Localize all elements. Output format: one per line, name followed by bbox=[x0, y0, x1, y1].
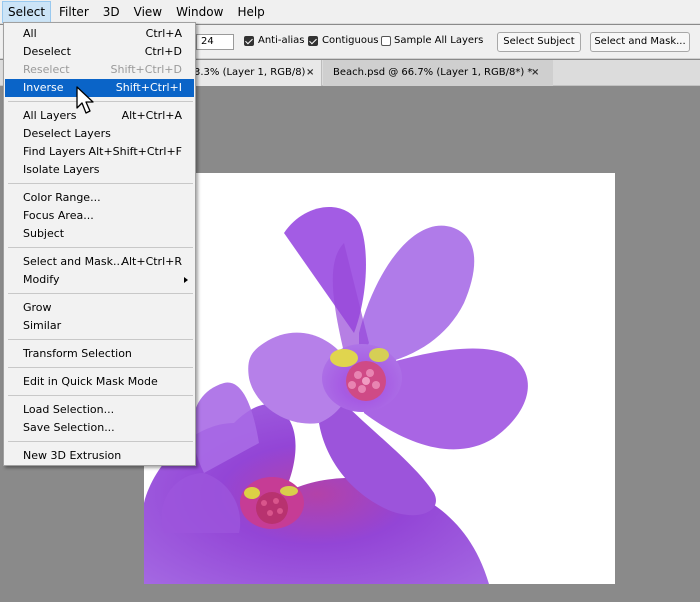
contiguous-label: Contiguous bbox=[322, 35, 379, 46]
menu-bar: Select Filter 3D View Window Help bbox=[0, 0, 700, 24]
menu-filter[interactable]: Filter bbox=[53, 1, 95, 23]
flower-image bbox=[144, 206, 528, 584]
document-tab-beach[interactable]: Beach.psd @ 66.7% (Layer 1, RGB/8*) * × bbox=[323, 60, 553, 86]
menu-window[interactable]: Window bbox=[170, 1, 229, 23]
menu-select[interactable]: Select bbox=[2, 0, 52, 23]
tolerance-input[interactable]: 24 bbox=[196, 34, 234, 50]
menu-item-subject[interactable]: Subject bbox=[5, 225, 194, 243]
anti-alias-label: Anti-alias bbox=[258, 35, 305, 46]
menu-separator bbox=[8, 247, 193, 248]
menu-separator bbox=[8, 293, 193, 294]
contiguous-checkbox[interactable] bbox=[308, 36, 318, 46]
menu-item-select-and-mask[interactable]: Select and Mask... Alt+Ctrl+R bbox=[5, 253, 194, 271]
menu-item-find-layers[interactable]: Find Layers Alt+Shift+Ctrl+F bbox=[5, 143, 194, 161]
submenu-arrow-icon bbox=[184, 277, 188, 283]
menu-item-all[interactable]: All Ctrl+A bbox=[5, 25, 194, 43]
sample-all-layers-checkbox[interactable] bbox=[381, 36, 391, 46]
select-subject-button[interactable]: Select Subject bbox=[497, 32, 581, 52]
select-menu-dropdown: All Ctrl+A Deselect Ctrl+D Reselect Shif… bbox=[3, 22, 196, 466]
menu-item-modify[interactable]: Modify bbox=[5, 271, 194, 289]
close-icon[interactable]: × bbox=[531, 60, 539, 86]
menu-item-reselect[interactable]: Reselect Shift+Ctrl+D bbox=[5, 61, 194, 79]
close-icon[interactable]: × bbox=[306, 60, 314, 86]
select-and-mask-button[interactable]: Select and Mask... bbox=[590, 32, 690, 52]
menu-item-deselect-layers[interactable]: Deselect Layers bbox=[5, 125, 194, 143]
menu-item-inverse[interactable]: Inverse Shift+Ctrl+I bbox=[5, 79, 194, 97]
menu-separator bbox=[8, 101, 193, 102]
document-tab-1[interactable]: 3.3% (Layer 1, RGB/8) × bbox=[190, 60, 322, 86]
menu-view[interactable]: View bbox=[128, 1, 168, 23]
menu-item-load-selection[interactable]: Load Selection... bbox=[5, 401, 194, 419]
menu-item-color-range[interactable]: Color Range... bbox=[5, 189, 194, 207]
menu-separator bbox=[8, 441, 193, 442]
menu-item-isolate-layers[interactable]: Isolate Layers bbox=[5, 161, 194, 179]
menu-help[interactable]: Help bbox=[231, 1, 270, 23]
menu-item-focus-area[interactable]: Focus Area... bbox=[5, 207, 194, 225]
sample-all-layers-label: Sample All Layers bbox=[394, 35, 484, 46]
document-tab-beach-title: Beach.psd @ 66.7% (Layer 1, RGB/8*) * bbox=[333, 67, 533, 78]
menu-item-transform-selection[interactable]: Transform Selection bbox=[5, 345, 194, 363]
menu-item-new-3d-extrusion[interactable]: New 3D Extrusion bbox=[5, 447, 194, 465]
menu-item-quick-mask[interactable]: Edit in Quick Mask Mode bbox=[5, 373, 194, 391]
menu-separator bbox=[8, 183, 193, 184]
anti-alias-checkbox[interactable] bbox=[244, 36, 254, 46]
menu-item-deselect[interactable]: Deselect Ctrl+D bbox=[5, 43, 194, 61]
menu-item-all-layers[interactable]: All Layers Alt+Ctrl+A bbox=[5, 107, 194, 125]
menu-item-grow[interactable]: Grow bbox=[5, 299, 194, 317]
menu-separator bbox=[8, 339, 193, 340]
document-canvas[interactable] bbox=[144, 173, 615, 584]
menu-3d[interactable]: 3D bbox=[97, 1, 126, 23]
mouse-pointer-icon bbox=[76, 86, 94, 114]
menu-item-save-selection[interactable]: Save Selection... bbox=[5, 419, 194, 437]
menu-separator bbox=[8, 367, 193, 368]
document-tab-1-title: 3.3% (Layer 1, RGB/8) bbox=[194, 67, 306, 78]
menu-separator bbox=[8, 395, 193, 396]
menu-item-similar[interactable]: Similar bbox=[5, 317, 194, 335]
